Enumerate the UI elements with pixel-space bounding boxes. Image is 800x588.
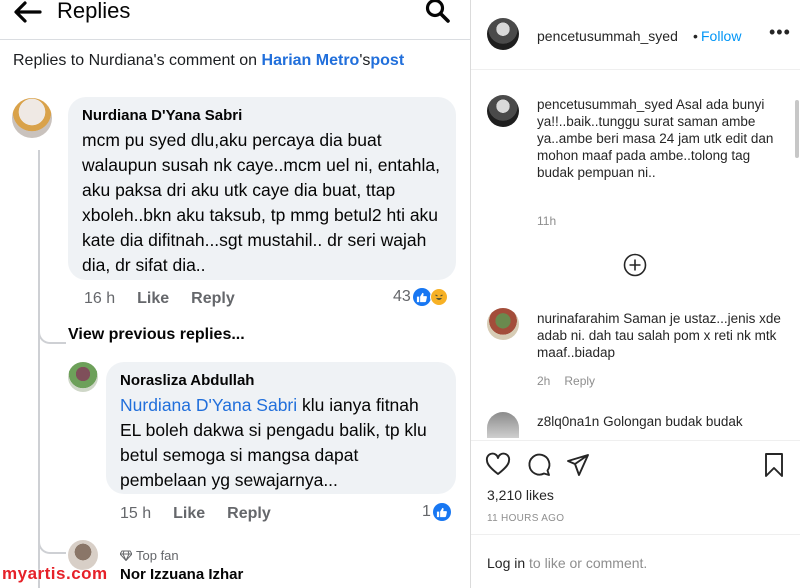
- more-options-icon[interactable]: •••: [769, 22, 791, 43]
- avatar[interactable]: [487, 95, 519, 127]
- add-comment-icon[interactable]: [623, 253, 647, 277]
- gem-icon: [120, 550, 132, 561]
- ig-header: pencetusummah_syed • Follow •••: [471, 0, 800, 70]
- reaction-count: 43: [393, 288, 411, 305]
- page-title: Replies: [57, 0, 131, 23]
- caption-time: 11h: [537, 214, 557, 228]
- subtitle-possessive: 's: [359, 52, 371, 69]
- ig-username[interactable]: pencetusummah_syed: [537, 28, 678, 44]
- like-reaction-icon: [412, 288, 431, 306]
- comment-author[interactable]: Nurdiana D'Yana Sabri: [82, 107, 442, 124]
- like-reaction-icon: [432, 503, 451, 521]
- reaction-count: 1: [422, 503, 431, 520]
- likes-count[interactable]: 3,210 likes: [487, 487, 554, 503]
- login-link[interactable]: Log in: [487, 555, 525, 571]
- fb-header: Replies: [0, 0, 470, 40]
- avatar[interactable]: [487, 18, 519, 50]
- like-button[interactable]: Like: [137, 290, 169, 307]
- comment: nurinafarahim Saman je ustaz...jenis xde…: [537, 310, 787, 361]
- post-time: 11 HOURS AGO: [487, 513, 565, 524]
- caption-username[interactable]: pencetusummah_syed: [537, 97, 673, 112]
- comment-actions: 16 h Like Reply: [84, 290, 257, 308]
- reaction-summary[interactable]: 43: [393, 288, 448, 306]
- instagram-panel: pencetusummah_syed • Follow ••• pencetus…: [470, 0, 800, 588]
- subtitle-prefix: Replies to Nurdiana's comment on: [13, 52, 262, 69]
- comment-bubble: Norasliza Abdullah Nurdiana D'Yana Sabri…: [106, 362, 456, 494]
- reaction-summary[interactable]: 1: [422, 503, 451, 521]
- comment-time[interactable]: 16 h: [84, 290, 115, 307]
- back-arrow-icon[interactable]: [12, 0, 42, 24]
- ig-footer: Log in to like or comment.: [471, 534, 800, 588]
- page-link[interactable]: Harian Metro: [262, 52, 360, 69]
- comment-actions: 15 h Like Reply: [120, 505, 293, 523]
- reply-button[interactable]: Reply: [564, 374, 595, 388]
- comment-username[interactable]: z8lq0na1n: [537, 414, 599, 429]
- view-previous-replies-link[interactable]: View previous replies...: [68, 326, 245, 344]
- avatar[interactable]: [487, 308, 519, 340]
- scrollbar[interactable]: [795, 100, 799, 158]
- replies-subtitle: Replies to Nurdiana's comment on Harian …: [13, 52, 404, 70]
- comment-time: 2h: [537, 374, 551, 388]
- login-prompt: Log in to like or comment.: [487, 555, 647, 571]
- reply-button[interactable]: Reply: [191, 290, 235, 307]
- post-link[interactable]: post: [370, 52, 404, 69]
- avatar[interactable]: [487, 412, 519, 438]
- comment-meta: 2h Reply: [537, 374, 609, 388]
- top-fan-badge: Top fan: [120, 548, 179, 563]
- comment-author[interactable]: Nor Izzuana Izhar: [120, 566, 243, 583]
- avatar[interactable]: [68, 362, 98, 392]
- share-icon[interactable]: [565, 452, 591, 478]
- comment: z8lq0na1n Golongan budak budak: [537, 413, 787, 438]
- comment-time[interactable]: 15 h: [120, 505, 151, 522]
- haha-reaction-icon: [429, 288, 448, 306]
- separator-dot: •: [693, 28, 698, 44]
- watermark: myartis.com: [2, 564, 108, 583]
- like-button[interactable]: Like: [173, 505, 205, 522]
- facebook-replies-panel: Replies Replies to Nurdiana's comment on…: [0, 0, 470, 588]
- caption: pencetusummah_syed Asal ada bunyi ya!!..…: [537, 96, 787, 181]
- comment-bubble: Nurdiana D'Yana Sabri mcm pu syed dlu,ak…: [68, 97, 456, 280]
- comment-author[interactable]: Norasliza Abdullah: [120, 372, 442, 389]
- comment-text: Golongan budak budak: [599, 414, 743, 429]
- login-text: to like or comment.: [525, 555, 648, 571]
- avatar[interactable]: [12, 98, 52, 138]
- mention-link[interactable]: Nurdiana D'Yana Sabri: [120, 395, 297, 415]
- comment-icon[interactable]: [526, 452, 552, 478]
- top-fan-label: Top fan: [136, 548, 179, 563]
- follow-button[interactable]: Follow: [701, 28, 741, 44]
- ig-actions-divider: [471, 440, 800, 441]
- comment-text: mcm pu syed dlu,aku percaya dia buat wal…: [82, 130, 440, 275]
- comment-text: Nurdiana D'Yana Sabri klu ianya fitnah E…: [120, 393, 442, 493]
- reply-button[interactable]: Reply: [227, 505, 271, 522]
- thread-branch: [38, 330, 66, 344]
- search-icon[interactable]: [424, 0, 452, 26]
- heart-icon[interactable]: [485, 452, 511, 478]
- thread-branch: [38, 540, 66, 554]
- bookmark-icon[interactable]: [761, 452, 787, 478]
- comment-username[interactable]: nurinafarahim: [537, 311, 620, 326]
- thread-line: [38, 150, 40, 588]
